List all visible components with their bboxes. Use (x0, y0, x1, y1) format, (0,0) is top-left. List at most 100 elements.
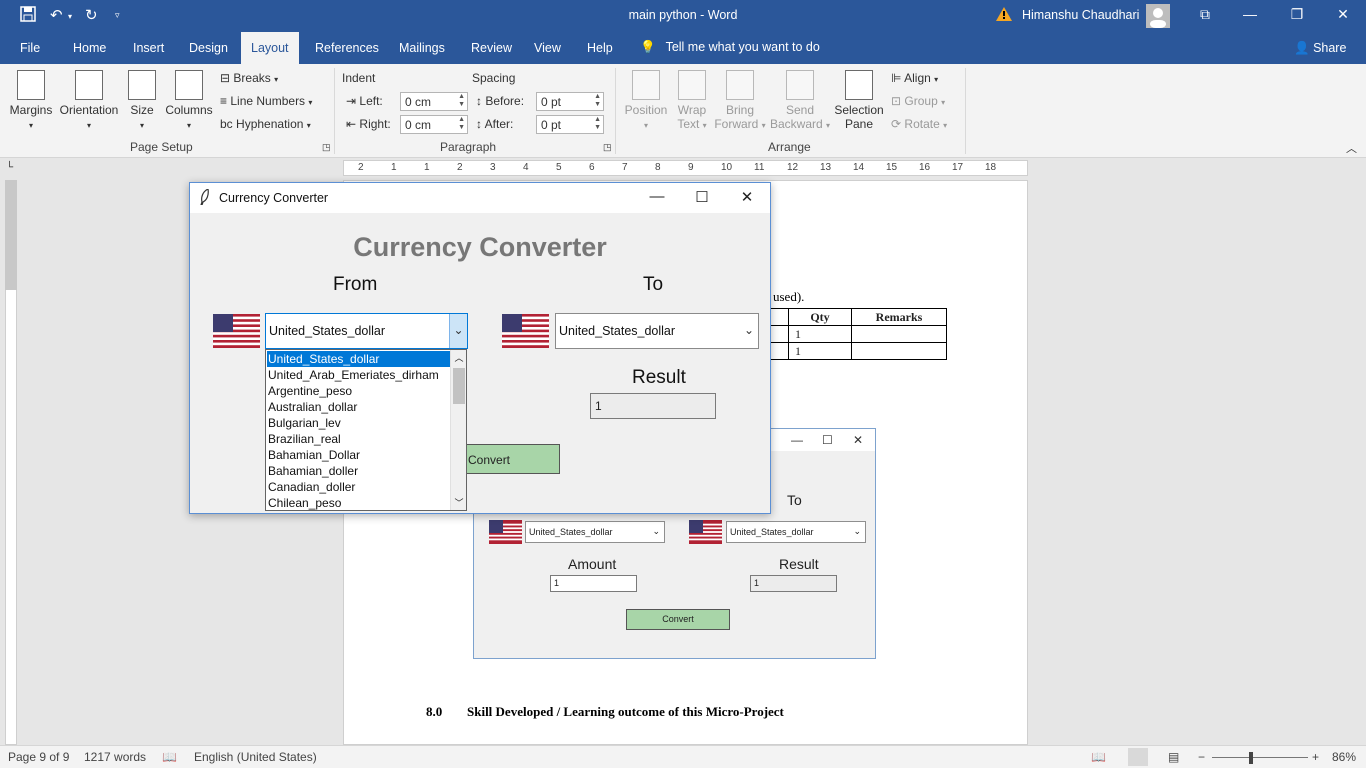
orientation-label: Orientation (59, 103, 119, 117)
bring-forward-button[interactable]: Bring Forward ▾ (713, 70, 767, 131)
list-item[interactable]: United_States_dollar (267, 351, 450, 367)
collapse-ribbon-icon[interactable]: ︿ (1346, 140, 1357, 156)
wrap-text-button[interactable]: Wrap Text ▾ (674, 70, 710, 131)
tab-review[interactable]: Review (471, 41, 512, 55)
ruler-number: 4 (523, 162, 529, 173)
columns-button[interactable]: Columns ▾ (163, 70, 215, 131)
web-layout-icon[interactable]: ▤ (1168, 750, 1179, 764)
margins-label: Margins (9, 103, 53, 117)
send-backward-label-2: Backward (769, 117, 823, 131)
chevron-down-icon: ⌄ (853, 526, 861, 536)
tell-me-search[interactable]: 💡 Tell me what you want to do (640, 40, 820, 55)
convert-button[interactable]: Convert (460, 444, 560, 474)
converter-title-bar[interactable]: Currency Converter — ☐ ✕ (190, 183, 770, 213)
indent-left-field[interactable]: 0 cm ▲ ▼ (400, 92, 468, 111)
close-icon[interactable]: ✕ (1333, 6, 1353, 23)
to-currency-combo[interactable]: United_States_dollar ⌄ (555, 313, 759, 349)
list-item[interactable]: United_Arab_Emeriates_dirham (267, 367, 450, 383)
tab-references[interactable]: References (315, 41, 379, 55)
spinner-arrows-icon[interactable]: ▲ ▼ (458, 116, 465, 132)
scrollbar-thumb[interactable] (453, 368, 465, 404)
user-name[interactable]: Himanshu Chaudhari (1022, 8, 1139, 22)
currency-dropdown-list[interactable]: United_States_dollar United_Arab_Emeriat… (265, 349, 467, 511)
proofing-icon[interactable]: 📖 (162, 750, 177, 764)
page-count[interactable]: Page 9 of 9 (8, 750, 69, 764)
orientation-button[interactable]: Orientation ▾ (58, 70, 120, 131)
ruler-number: 2 (457, 162, 463, 173)
selection-pane-button[interactable]: Selection Pane (833, 70, 885, 131)
paragraph-launcher-icon[interactable]: ◳ (603, 142, 612, 153)
share-label: Share (1313, 41, 1347, 55)
list-item[interactable]: Chilean_peso (267, 495, 450, 511)
scroll-up-icon[interactable]: ︿ (451, 351, 467, 364)
send-backward-button[interactable]: Send Backward ▾ (769, 70, 831, 131)
share-button[interactable]: 👤 Share (1294, 41, 1346, 56)
list-item[interactable]: Australian_dollar (267, 399, 450, 415)
group-button[interactable]: ⊡ Group ▾ (891, 94, 945, 108)
tab-view[interactable]: View (534, 41, 561, 55)
tab-layout[interactable]: Layout (241, 32, 299, 64)
close-icon[interactable]: ✕ (737, 188, 757, 206)
scroll-down-icon[interactable]: ﹀ (451, 496, 467, 509)
chevron-down-icon[interactable]: ⌄ (449, 314, 467, 348)
horizontal-ruler[interactable]: 2 1 1 2 3 4 5 6 7 8 9 10 11 12 13 14 15 16 17 18 (343, 160, 1028, 176)
align-label: Align (904, 71, 931, 85)
dropdown-scrollbar[interactable]: ︿ ﹀ (450, 350, 466, 510)
zoom-in-icon[interactable]: + (1312, 750, 1319, 764)
zoom-slider-thumb[interactable] (1249, 752, 1253, 764)
minimize-icon[interactable]: — (1240, 6, 1260, 22)
minimize-icon: — (791, 433, 803, 447)
position-button[interactable]: Position ▾ (622, 70, 670, 131)
table-cell: 1 (788, 325, 852, 343)
tab-help[interactable]: Help (587, 41, 613, 55)
list-item[interactable]: Bahamian_doller (267, 463, 450, 479)
tab-selector-icon[interactable]: └ (6, 162, 13, 173)
list-item[interactable]: Argentine_peso (267, 383, 450, 399)
status-bar: Page 9 of 9 1217 words 📖 English (United… (0, 745, 1366, 768)
spacing-before-field[interactable]: 0 pt ▲ ▼ (536, 92, 604, 111)
maximize-icon[interactable]: ☐ (692, 188, 712, 206)
list-item[interactable]: Brazilian_real (267, 431, 450, 447)
language[interactable]: English (United States) (194, 750, 317, 764)
zoom-out-icon[interactable]: − (1198, 750, 1205, 764)
from-currency-combo[interactable]: United_States_dollar ⌄ (265, 313, 468, 349)
line-numbers-button[interactable]: ≡ Line Numbers ▾ (220, 94, 312, 108)
read-mode-icon[interactable]: 📖 (1091, 750, 1106, 764)
spinner-arrows-icon[interactable]: ▲ ▼ (594, 93, 601, 109)
indent-left-value: 0 cm (405, 95, 432, 109)
tab-design[interactable]: Design (189, 41, 228, 55)
hyphenation-button[interactable]: bc Hyphenation ▾ (220, 117, 311, 131)
minimize-icon[interactable]: — (647, 188, 667, 205)
print-layout-icon[interactable] (1128, 748, 1148, 766)
warning-icon[interactable] (996, 7, 1012, 21)
selection-pane-label-2: Pane (844, 117, 874, 131)
columns-icon (175, 70, 203, 100)
breaks-button[interactable]: ⊟ Breaks ▾ (220, 71, 278, 85)
spacing-after-field[interactable]: 0 pt ▲ ▼ (536, 115, 604, 134)
indent-right-field[interactable]: 0 cm ▲ ▼ (400, 115, 468, 134)
list-item[interactable]: Bahamian_Dollar (267, 447, 450, 463)
zoom-level[interactable]: 86% (1332, 750, 1356, 764)
zoom-slider[interactable] (1212, 757, 1308, 758)
spinner-arrows-icon[interactable]: ▲ ▼ (594, 116, 601, 132)
list-item[interactable]: Bulgarian_lev (267, 415, 450, 431)
tab-file[interactable]: File (20, 41, 40, 55)
document-table[interactable]: Qty Remarks 1 1 (770, 308, 947, 360)
ribbon-display-options-icon[interactable]: ⧉ (1195, 6, 1215, 23)
table-row: 1 (770, 325, 947, 343)
restore-icon[interactable]: ❐ (1287, 6, 1307, 23)
result-input[interactable]: 1 (590, 393, 716, 419)
rotate-button[interactable]: ⟳ Rotate ▾ (891, 117, 947, 131)
word-count[interactable]: 1217 words (84, 750, 146, 764)
tab-mailings[interactable]: Mailings (399, 41, 445, 55)
spinner-arrows-icon[interactable]: ▲ ▼ (458, 93, 465, 109)
margins-button[interactable]: Margins ▾ (8, 70, 54, 131)
tab-insert[interactable]: Insert (133, 41, 164, 55)
size-button[interactable]: Size ▾ (127, 70, 157, 131)
page-setup-launcher-icon[interactable]: ◳ (322, 142, 331, 153)
tab-home[interactable]: Home (73, 41, 106, 55)
chevron-down-icon[interactable]: ⌄ (740, 314, 758, 348)
avatar[interactable] (1146, 4, 1170, 28)
list-item[interactable]: Canadian_doller (267, 479, 450, 495)
align-button[interactable]: ⊫ Align ▾ (891, 71, 938, 85)
